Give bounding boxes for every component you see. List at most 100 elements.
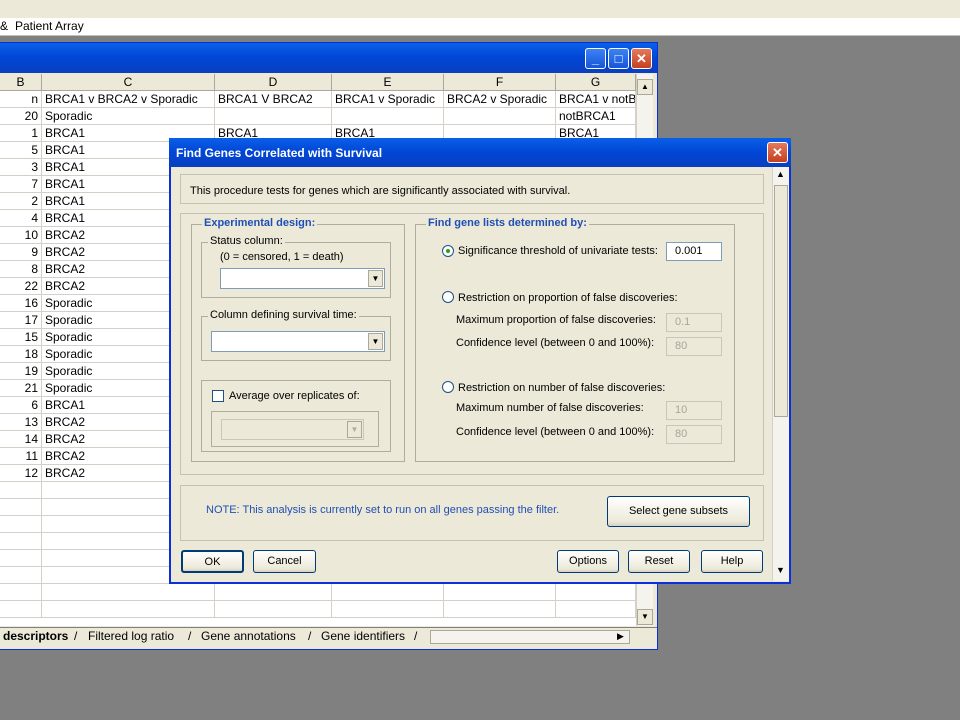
table-cell[interactable]: 10 [0,227,42,244]
table-cell[interactable] [0,584,42,601]
replicates-group: Average over replicates of: ▼ [201,380,391,452]
table-cell[interactable]: 17 [0,312,42,329]
significance-threshold-field[interactable]: 0.001 [666,242,722,261]
table-cell[interactable] [556,601,636,618]
chevron-down-icon[interactable]: ▼ [368,333,383,350]
scroll-down-icon[interactable]: ▼ [637,609,653,625]
confidence-label-number: Confidence level (between 0 and 100%): [456,426,655,438]
table-cell[interactable]: 8 [0,261,42,278]
number-radio[interactable] [442,381,454,393]
column-header-b[interactable]: B [0,74,42,91]
tab-gene-annotations[interactable]: Gene annotations [201,629,296,644]
table-cell[interactable] [42,601,215,618]
table-cell[interactable] [444,601,556,618]
confidence-field-proportion[interactable]: 80 [666,337,722,356]
dialog-scroll-down-icon[interactable]: ▼ [776,565,785,575]
table-cell[interactable]: BRCA1 v BRCA2 v Sporadic [42,91,215,108]
table-cell[interactable] [0,499,42,516]
table-cell[interactable] [0,550,42,567]
table-cell[interactable] [215,108,332,125]
table-cell[interactable]: 12 [0,465,42,482]
chevron-down-icon[interactable]: ▼ [368,270,383,287]
minimize-icon[interactable]: _ [585,48,606,69]
column-header-d[interactable]: D [215,74,332,91]
scroll-right-icon[interactable]: ▶ [617,631,624,642]
table-cell[interactable]: 13 [0,414,42,431]
table-cell[interactable]: 9 [0,244,42,261]
table-cell[interactable]: 18 [0,346,42,363]
table-cell[interactable] [0,516,42,533]
table-cell[interactable]: notBRCA1 [556,108,636,125]
proportion-radio[interactable] [442,291,454,303]
workbook-title: Patient Array [15,19,84,33]
table-cell[interactable]: 15 [0,329,42,346]
close-icon[interactable]: ✕ [631,48,652,69]
chevron-down-icon[interactable]: ▼ [347,421,362,438]
column-header-e[interactable]: E [332,74,444,91]
table-cell[interactable]: 11 [0,448,42,465]
table-cell[interactable]: 20 [0,108,42,125]
column-header-c[interactable]: C [42,74,215,91]
table-cell[interactable] [332,108,444,125]
table-cell[interactable]: Sporadic [42,108,215,125]
table-cell[interactable]: 4 [0,210,42,227]
table-cell[interactable] [0,533,42,550]
table-cell[interactable] [0,482,42,499]
scroll-up-icon[interactable]: ▲ [637,79,653,95]
table-cell[interactable]: BRCA1 v notB [556,91,636,108]
select-gene-subsets-button[interactable]: Select gene subsets [607,496,750,527]
column-header-f[interactable]: F [444,74,556,91]
table-cell[interactable] [42,584,215,601]
table-cell[interactable]: 22 [0,278,42,295]
help-button[interactable]: Help [701,550,763,573]
table-cell[interactable] [215,601,332,618]
status-column-select[interactable]: ▼ [220,268,385,289]
table-cell[interactable]: 5 [0,142,42,159]
tab-filtered-log-ratio[interactable]: Filtered log ratio [88,629,174,644]
table-cell[interactable]: 19 [0,363,42,380]
table-cell[interactable] [444,108,556,125]
table-cell[interactable]: 3 [0,159,42,176]
table-cell[interactable] [332,584,444,601]
table-cell[interactable]: 16 [0,295,42,312]
sheet-horizontal-scrollbar[interactable]: ▶ [430,630,630,644]
table-cell[interactable] [215,584,332,601]
maximize-icon[interactable]: □ [608,48,629,69]
table-cell[interactable]: 2 [0,193,42,210]
table-cell[interactable]: n [0,91,42,108]
confidence-field-number[interactable]: 80 [666,425,722,444]
ok-button[interactable]: OK [181,550,244,573]
table-cell[interactable]: 14 [0,431,42,448]
table-cell[interactable]: BRCA1 V BRCA2 [215,91,332,108]
table-cell[interactable] [444,584,556,601]
table-cell[interactable] [332,601,444,618]
tab-gene-identifiers[interactable]: Gene identifiers [321,629,405,644]
cancel-button[interactable]: Cancel [253,550,316,573]
description-panel: This procedure tests for genes which are… [180,174,764,204]
survival-time-select[interactable]: ▼ [211,331,385,352]
table-cell[interactable]: 6 [0,397,42,414]
table-cell[interactable]: BRCA2 v Sporadic [444,91,556,108]
survival-dialog: Find Genes Correlated with Survival ✕ ▲ … [169,138,791,584]
reset-button[interactable]: Reset [628,550,690,573]
table-cell[interactable] [0,567,42,584]
description-text: This procedure tests for genes which are… [190,185,571,197]
table-cell[interactable]: 1 [0,125,42,142]
column-header-g[interactable]: G [556,74,636,91]
options-button[interactable]: Options [557,550,619,573]
table-cell[interactable]: BRCA1 v Sporadic [332,91,444,108]
significance-radio[interactable] [442,245,454,257]
dialog-close-icon[interactable]: ✕ [767,142,788,163]
dialog-vertical-scrollbar[interactable]: ▲ ▼ [772,167,789,581]
table-cell[interactable]: 21 [0,380,42,397]
table-cell[interactable] [556,584,636,601]
max-proportion-field[interactable]: 0.1 [666,313,722,332]
dialog-scroll-thumb[interactable] [774,185,788,417]
table-cell[interactable] [0,601,42,618]
table-cell[interactable]: 7 [0,176,42,193]
replicates-select[interactable]: ▼ [221,419,364,440]
average-replicates-checkbox[interactable] [212,390,224,402]
dialog-scroll-up-icon[interactable]: ▲ [776,169,785,179]
tab-descriptors[interactable]: descriptors [3,629,68,644]
max-number-field[interactable]: 10 [666,401,722,420]
